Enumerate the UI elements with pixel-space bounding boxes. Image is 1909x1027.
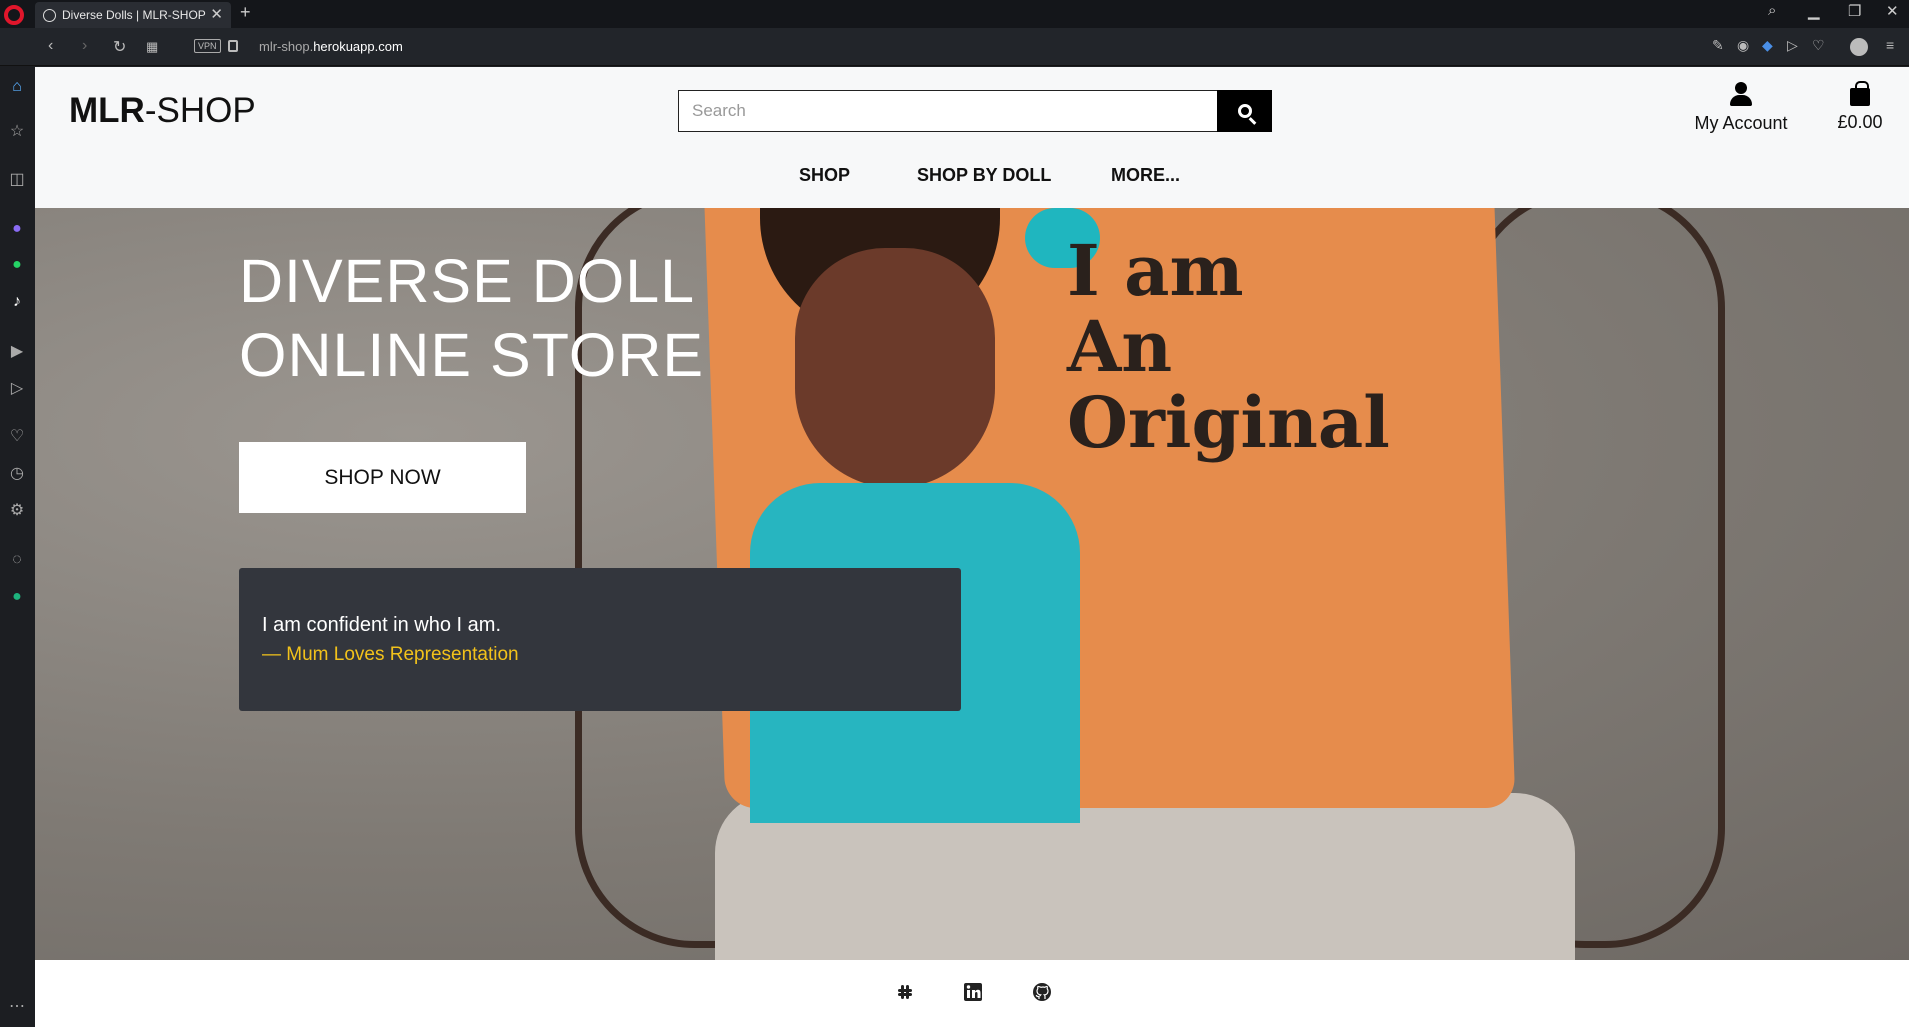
shop-now-button[interactable]: SHOP NOW	[239, 442, 526, 513]
user-icon	[1730, 82, 1752, 107]
search-button[interactable]	[1217, 90, 1272, 132]
send-icon[interactable]: ▷	[1787, 37, 1798, 54]
tab-title: Diverse Dolls | MLR-SHOP	[62, 8, 206, 22]
new-tab-button[interactable]: +	[240, 2, 251, 23]
slack-icon[interactable]	[895, 982, 915, 1002]
my-account-link[interactable]: My Account	[1691, 82, 1791, 134]
tab-close-icon[interactable]: ✕	[210, 5, 223, 23]
logo-bold: MLR	[69, 91, 145, 130]
hero-title: DIVERSE DOLL ONLINE STORE	[239, 247, 705, 389]
bulb-icon[interactable]: ◌	[6, 549, 28, 571]
search-icon	[1237, 104, 1252, 118]
globe-icon	[43, 8, 56, 22]
tabs-grid-icon[interactable]: ▦	[146, 39, 158, 55]
heart-icon[interactable]: ♡	[1812, 37, 1825, 54]
search-tabs-icon[interactable]: ⌕	[1768, 2, 1776, 19]
pillow-slogan: I am An Original	[1067, 233, 1390, 461]
edit-icon[interactable]: ✎	[1712, 37, 1724, 54]
vpn-badge[interactable]: VPN	[194, 39, 221, 53]
more-icon[interactable]: ⋯	[6, 996, 28, 1018]
account-label: My Account	[1694, 113, 1788, 133]
browser-tab[interactable]: Diverse Dolls | MLR-SHOP ✕	[35, 2, 231, 28]
player-icon[interactable]: ▶	[6, 341, 28, 363]
lock-icon[interactable]	[228, 40, 238, 52]
url-domain: herokuapp.com	[313, 39, 403, 54]
forward-icon[interactable]: ›	[82, 37, 87, 55]
nav-shop-by-doll[interactable]: SHOP BY DOLL	[917, 165, 1051, 186]
home-icon[interactable]: ⌂	[6, 76, 28, 98]
web-page: MLR-SHOP My Account £0.00 SHOP SHOP BY D…	[35, 67, 1909, 1027]
cart-total: £0.00	[1837, 112, 1883, 132]
pillow-line-3: Original	[1067, 381, 1390, 464]
back-icon[interactable]: ‹	[48, 37, 53, 55]
send-sidebar-icon[interactable]: ▷	[6, 378, 28, 400]
history-icon[interactable]: ◷	[6, 463, 28, 485]
quote-author: — Mum Loves Representation	[262, 644, 519, 665]
pillow-line-2: An	[1067, 305, 1173, 388]
cart-link[interactable]: £0.00	[1825, 81, 1895, 133]
github-icon[interactable]	[1032, 982, 1052, 1002]
tiktok-icon[interactable]: ♪	[6, 291, 28, 313]
url-prefix: mlr-shop.	[259, 39, 314, 54]
address-bar: ‹ › ↻ ▦ VPN mlr-shop.herokuapp.com ✎ ◉ ◆…	[0, 28, 1909, 66]
shopping-bag-icon	[1850, 81, 1870, 106]
whatsapp-icon[interactable]: ●	[6, 254, 28, 276]
search-input[interactable]	[679, 91, 1217, 131]
star-icon[interactable]: ☆	[6, 121, 28, 143]
shield-icon[interactable]: ◆	[1762, 37, 1773, 54]
url-field[interactable]: mlr-shop.herokuapp.com	[259, 39, 403, 54]
hero-section: I am An Original DIVERSE DOLL ONLINE STO…	[35, 208, 1909, 960]
reload-icon[interactable]: ↻	[113, 37, 126, 57]
quote-text: I am confident in who I am.	[262, 614, 502, 636]
nav-more[interactable]: MORE...	[1111, 165, 1180, 186]
site-logo[interactable]: MLR-SHOP	[69, 91, 256, 131]
opera-logo-icon[interactable]	[4, 5, 24, 25]
site-footer	[35, 960, 1909, 1027]
pillow-line-1: I am	[1067, 229, 1244, 312]
browser-sidebar: ⌂ ☆ ◫ ● ● ♪ ▶ ▷ ♡ ◷ ⚙ ◌ ● ⋯	[0, 66, 35, 1027]
restore-icon[interactable]: ❐	[1848, 2, 1861, 20]
camera-icon[interactable]: ◉	[1737, 37, 1749, 54]
linkedin-icon[interactable]	[963, 982, 983, 1002]
search-box	[678, 90, 1218, 132]
minimize-icon[interactable]: ▁	[1808, 2, 1820, 20]
logo-rest: -SHOP	[144, 91, 256, 130]
site-header: MLR-SHOP My Account £0.00 SHOP SHOP BY D…	[35, 67, 1909, 208]
settings-icon[interactable]: ⚙	[6, 500, 28, 522]
bag-icon[interactable]: ◫	[6, 169, 28, 191]
messenger-icon[interactable]: ●	[6, 218, 28, 240]
heart-sidebar-icon[interactable]: ♡	[6, 426, 28, 448]
profile-avatar-icon[interactable]	[1850, 38, 1868, 56]
quote-box: I am confident in who I am. — Mum Loves …	[239, 568, 961, 711]
close-window-icon[interactable]: ✕	[1886, 2, 1899, 20]
nav-shop[interactable]: SHOP	[799, 165, 850, 186]
extension-icon[interactable]: ●	[6, 586, 28, 608]
menu-icon[interactable]: ≡	[1886, 37, 1894, 53]
browser-tab-bar: Diverse Dolls | MLR-SHOP ✕ + ⌕ ▁ ❐ ✕	[0, 0, 1909, 28]
